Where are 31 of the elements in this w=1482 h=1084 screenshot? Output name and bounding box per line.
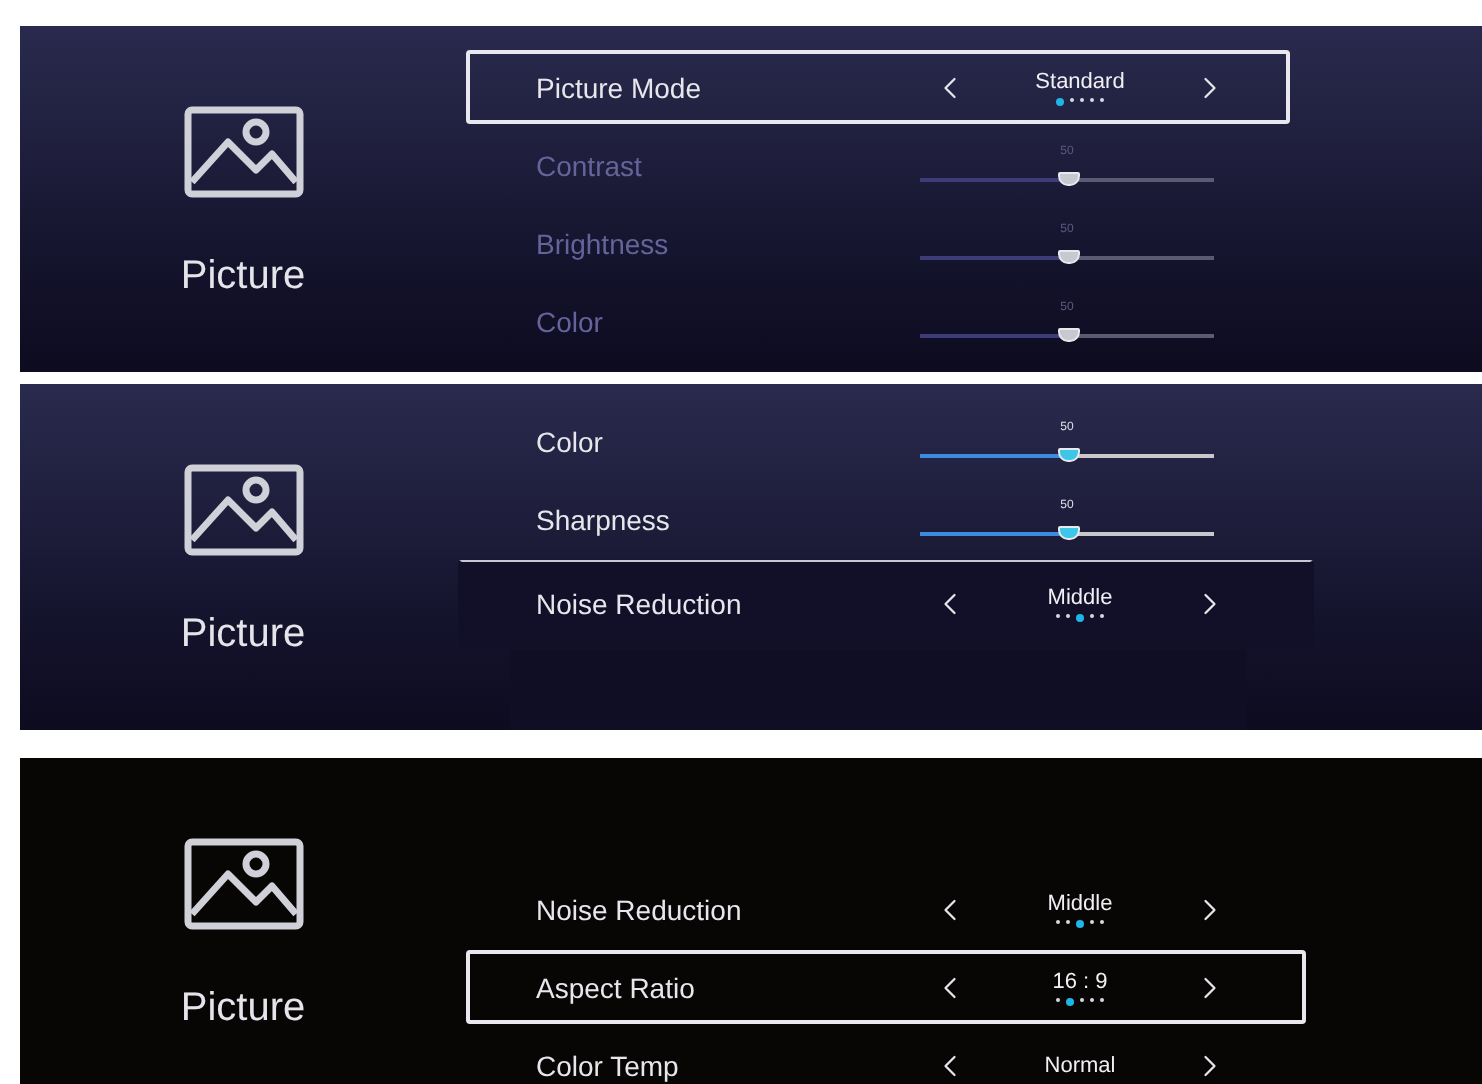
menu-row[interactable]: Picture Mode Standard: [466, 50, 1290, 124]
slider-thumb[interactable]: [1057, 447, 1079, 461]
menu-row[interactable]: Noise Reduction Middle: [458, 560, 1314, 650]
slider-thumb[interactable]: [1057, 171, 1079, 185]
menu-row[interactable]: Noise Reduction Middle: [466, 872, 1306, 946]
slider-thumb[interactable]: [1057, 249, 1079, 263]
setting-label: Color Temp: [536, 1049, 681, 1081]
setting-label: Sharpness: [536, 503, 672, 535]
setting-label: Picture Mode: [536, 71, 703, 103]
option-value: Middle: [1047, 891, 1113, 915]
menu-row[interactable]: Color Temp Normal: [466, 1028, 1306, 1084]
option-value: Normal: [1044, 1053, 1116, 1077]
setting-label: Aspect Ratio: [536, 971, 697, 1003]
setting-label: Noise Reduction: [536, 588, 744, 620]
slider-thumb[interactable]: [1057, 525, 1079, 539]
picture-icon: [183, 838, 303, 930]
picture-icon: [183, 106, 303, 198]
setting-label: Brightness: [536, 227, 671, 259]
setting-label: Color: [536, 305, 605, 337]
category-label: Picture: [180, 612, 306, 658]
menu-row[interactable]: Aspect Ratio 16 : 9: [466, 950, 1306, 1024]
setting-label: Contrast: [536, 149, 644, 181]
option-value: Middle: [1047, 586, 1113, 610]
setting-label: Noise Reduction: [536, 893, 744, 925]
category-label: Picture: [180, 986, 306, 1032]
slider-thumb[interactable]: [1057, 327, 1079, 341]
option-value: Standard: [1035, 69, 1125, 93]
option-value: 16 : 9: [1052, 969, 1108, 993]
category-label: Picture: [180, 254, 306, 300]
picture-icon: [183, 464, 303, 556]
setting-label: Color: [536, 425, 605, 457]
